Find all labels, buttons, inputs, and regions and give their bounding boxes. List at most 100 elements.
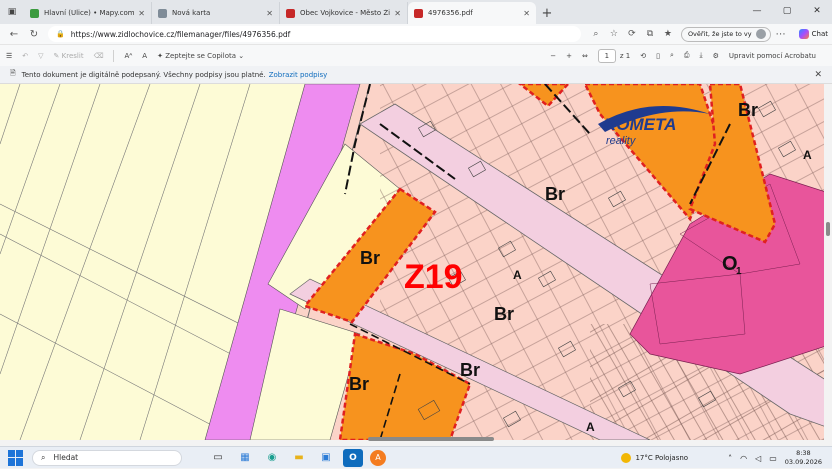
tab-mapy[interactable]: Hlavní (Ulice) • Mapy.com ✕ <box>24 2 152 24</box>
favorites-icon[interactable]: ★ <box>659 29 677 39</box>
search-icon: ⌕ <box>41 452 46 462</box>
windows-taskbar: ⌕ Hledat ▭ ▦ ◉ ▬ ▣ O A 17°C Polojasno ˄ … <box>0 446 832 468</box>
page-total: z 1 <box>619 51 631 60</box>
widgets-icon[interactable]: ▦ <box>235 449 255 467</box>
draw-button[interactable]: ✎ Kreslit <box>54 52 84 60</box>
zoning-map: KOMETA reality Z19 Br Br Br Br Br Br A A… <box>0 84 832 440</box>
logo-bottom-text: reality <box>606 135 637 147</box>
document-signed-icon: 🗎 <box>10 69 16 77</box>
taskbar-search[interactable]: ⌕ Hledat <box>32 449 182 466</box>
sun-icon <box>621 453 632 463</box>
refresh-page-icon[interactable]: ⟳ <box>623 29 641 39</box>
horizontal-scrollbar[interactable] <box>0 436 824 442</box>
copilot-ask-label: Zeptejte se Copilota <box>165 51 237 60</box>
tray-chevron-icon[interactable]: ˄ <box>728 454 732 463</box>
page-number-input[interactable]: 1 <box>597 48 616 63</box>
logo-top-text: KOMETA <box>604 115 676 134</box>
outlook-icon[interactable]: O <box>343 448 363 467</box>
weather-text: Polojasno <box>654 454 689 462</box>
rotate-icon[interactable]: ⟲ <box>640 52 646 60</box>
label-br-mid: Br <box>494 304 514 324</box>
more-icon[interactable]: ⋯ <box>771 29 791 40</box>
favorite-star-icon[interactable]: ☆ <box>605 29 623 39</box>
task-view-icon[interactable]: ▭ <box>208 449 228 467</box>
undo-icon[interactable]: ↶ <box>22 52 28 60</box>
refresh-icon[interactable]: ↻ <box>24 29 44 40</box>
label-br-main: Br <box>545 184 565 204</box>
address-bar-row: ← ↻ 🔒 https://www.zidlochovice.cz/filema… <box>0 24 832 44</box>
extensions-icon[interactable]: ⧉ <box>641 29 659 39</box>
store-icon[interactable]: ▣ <box>316 449 336 467</box>
page-view-icon[interactable]: ▯ <box>656 52 660 60</box>
close-infobar-icon[interactable]: ✕ <box>814 70 822 80</box>
copilot-ask-button[interactable]: ✦ Zeptejte se Copilota ⌄ <box>157 52 244 60</box>
read-aloud-icon[interactable]: A <box>142 52 147 60</box>
close-tab-icon[interactable]: ✕ <box>266 9 273 18</box>
signature-infobar: 🗎 Tento dokument je digitálně podepsaný.… <box>0 66 832 84</box>
print-icon[interactable]: ⎙ <box>684 51 690 60</box>
tab-vojkovice[interactable]: Obec Vojkovice - Město Židlochovice ✕ <box>280 2 408 24</box>
highlight-icon[interactable]: ▽ <box>38 52 43 60</box>
tab-new[interactable]: Nová karta ✕ <box>152 2 280 24</box>
date: 03.09.2026 <box>784 458 822 466</box>
chat-label: Chat <box>811 30 828 38</box>
draw-label: Kreslit <box>61 51 84 60</box>
pen-icon: ✎ <box>53 51 60 60</box>
battery-icon[interactable]: ▭ <box>769 454 777 463</box>
minimize-icon[interactable]: — <box>742 0 772 22</box>
zone-label-z19: Z19 <box>404 258 463 296</box>
back-icon[interactable]: ← <box>4 29 24 40</box>
settings-gear-icon[interactable]: ⚙ <box>713 52 719 60</box>
erase-icon[interactable]: ⌫ <box>94 52 104 60</box>
avast-icon[interactable]: A <box>370 449 386 466</box>
signature-message: Tento dokument je digitálně podepsaný. V… <box>21 70 266 79</box>
zoom-out-button[interactable]: − <box>550 52 556 60</box>
clock[interactable]: 8:38 03.09.2026 <box>785 449 822 467</box>
pdf-map-page[interactable]: KOMETA reality Z19 Br Br Br Br Br Br A A… <box>0 84 832 440</box>
lock-icon: 🔒 <box>56 30 65 38</box>
vertical-scroll-thumb[interactable] <box>826 222 830 236</box>
search-placeholder: Hledat <box>53 453 79 462</box>
save-icon[interactable]: ⤓ <box>700 51 703 60</box>
label-a-right: A <box>803 148 812 162</box>
tab-pdf[interactable]: 4976356.pdf ✕ <box>408 2 536 24</box>
url-field[interactable]: 🔒 https://www.zidlochovice.cz/filemanage… <box>48 26 581 42</box>
label-a-bottom: A <box>586 420 595 434</box>
vertical-scrollbar[interactable] <box>824 84 832 440</box>
zoom-in-button[interactable]: + <box>566 52 572 60</box>
time: 8:38 <box>796 449 811 457</box>
label-br-topright: Br <box>738 100 758 120</box>
add-text-icon[interactable]: Aᴬ <box>124 52 132 60</box>
edge-icon[interactable]: ◉ <box>262 449 282 467</box>
file-explorer-icon[interactable]: ▬ <box>289 449 309 467</box>
chat-button[interactable]: Chat <box>798 29 828 39</box>
new-tab-button[interactable]: + <box>536 2 558 24</box>
tab-title: 4976356.pdf <box>428 9 473 17</box>
close-tab-icon[interactable]: ✕ <box>394 9 401 18</box>
show-signatures-link[interactable]: Zobrazit podpisy <box>269 71 328 79</box>
label-o-sub: 1 <box>736 266 742 277</box>
close-tab-icon[interactable]: ✕ <box>523 9 530 18</box>
horizontal-scroll-thumb[interactable] <box>368 437 494 441</box>
shield-favicon-icon <box>414 8 423 18</box>
menu-icon[interactable]: ☰ <box>6 52 12 60</box>
close-tab-icon[interactable]: ✕ <box>138 9 145 18</box>
start-windows-icon[interactable] <box>8 449 24 466</box>
fit-page-icon[interactable]: ⇔ <box>582 52 588 60</box>
tab-title: Nová karta <box>172 9 211 17</box>
system-tray: 17°C Polojasno ˄ ◠ ◁ ▭ 8:38 03.09.2026 <box>621 447 832 469</box>
label-br-low2: Br <box>460 360 480 380</box>
volume-icon[interactable]: ◁ <box>755 454 761 463</box>
weather-widget[interactable]: 17°C Polojasno <box>621 453 688 463</box>
label-br-low1: Br <box>349 374 369 394</box>
zoom-icon[interactable]: ⌕ <box>587 29 605 39</box>
signin-button[interactable]: Ověřit, že jste to vy <box>680 26 771 42</box>
close-window-icon[interactable]: ✕ <box>802 0 832 22</box>
search-icon[interactable]: ⌕ <box>670 51 674 60</box>
tab-bar: ▣ Hlavní (Ulice) • Mapy.com ✕ Nová karta… <box>0 0 832 24</box>
tab-actions-icon[interactable]: ▣ <box>2 4 22 20</box>
acrobat-edit-button[interactable]: Upravit pomocí Acrobatu <box>729 52 816 60</box>
wifi-icon[interactable]: ◠ <box>740 454 747 463</box>
maximize-icon[interactable]: ▢ <box>772 0 802 22</box>
pdf-toolbar: ☰ ↶ ▽ ✎ Kreslit ⌫ Aᴬ A ✦ Zeptejte se Cop… <box>0 44 832 66</box>
